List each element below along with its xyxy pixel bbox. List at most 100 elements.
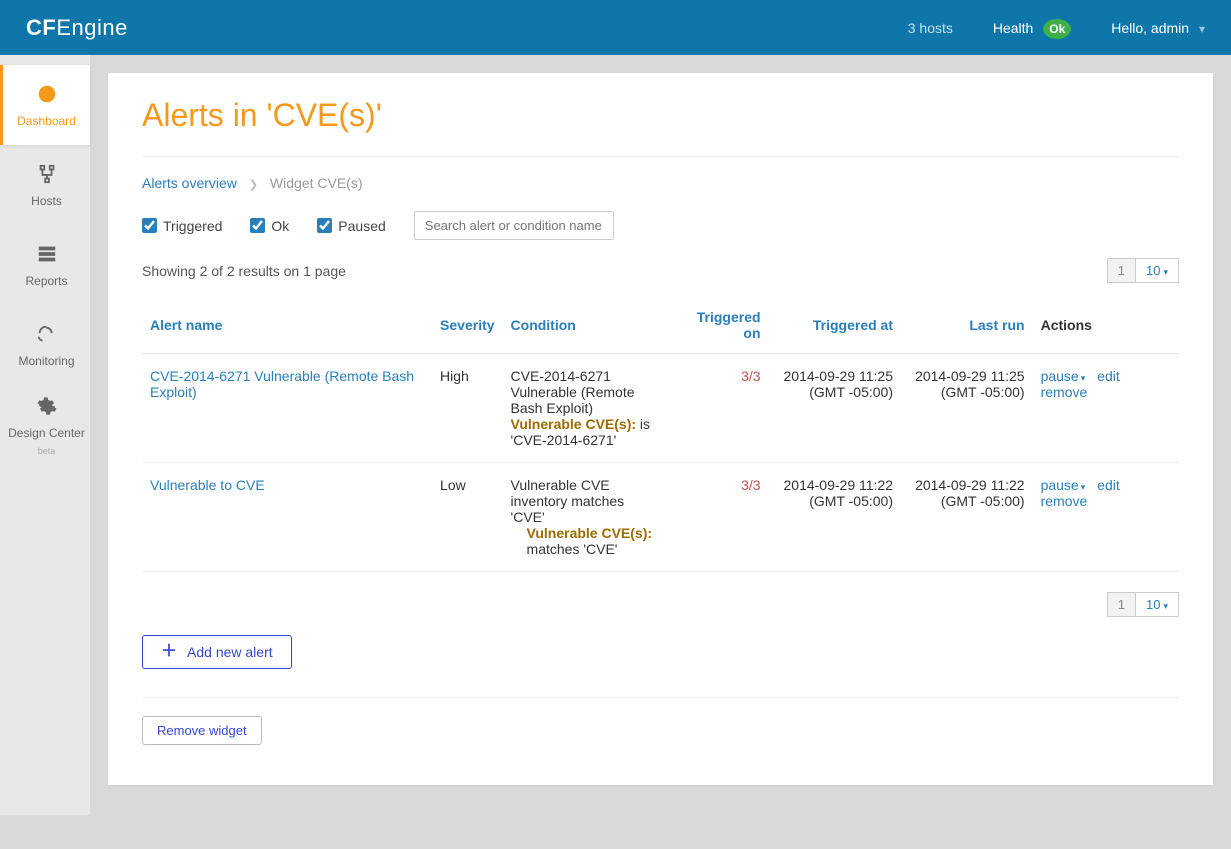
- filter-label: Triggered: [163, 218, 222, 234]
- col-triggered-at[interactable]: Triggered at: [769, 297, 901, 354]
- remove-action[interactable]: remove: [1041, 493, 1088, 509]
- monitoring-icon: [36, 323, 58, 348]
- alert-link[interactable]: Vulnerable to CVE: [150, 477, 265, 493]
- remove-widget-label: Remove widget: [157, 723, 247, 738]
- tz-line: (GMT -05:00): [777, 384, 893, 400]
- date-line: 2014-09-29 11:22: [909, 477, 1025, 493]
- search-input[interactable]: [414, 211, 614, 240]
- condition-cell: Vulnerable CVE inventory matches 'CVE' V…: [503, 463, 670, 572]
- pager-top: 1 10▾: [1107, 258, 1179, 283]
- filter-bar: Triggered Ok Paused: [142, 211, 1179, 240]
- greeting: Hello, admin: [1111, 20, 1189, 36]
- add-alert-label: Add new alert: [187, 644, 273, 660]
- tz-line: (GMT -05:00): [909, 384, 1025, 400]
- crumb-alerts-overview[interactable]: Alerts overview: [142, 175, 237, 191]
- edit-action[interactable]: edit: [1097, 477, 1120, 493]
- checkbox-ok[interactable]: [250, 218, 265, 233]
- health-pill: Ok: [1043, 19, 1071, 39]
- sidebar: Dashboard Hosts Reports Monitoring Desig…: [0, 55, 90, 815]
- design-center-icon: [36, 395, 58, 420]
- page-1[interactable]: 1: [1107, 592, 1136, 617]
- top-bar: CFEngine 3 hosts Health Ok Hello, admin …: [0, 0, 1231, 55]
- divider: [142, 156, 1179, 157]
- sidebar-label: Monitoring: [18, 354, 74, 368]
- main-panel: Alerts in 'CVE(s)' Alerts overview ❯ Wid…: [108, 73, 1213, 785]
- triggered-on-value: 3/3: [741, 477, 760, 493]
- remove-action[interactable]: remove: [1041, 384, 1088, 400]
- logo-rest: Engine: [56, 15, 128, 40]
- col-triggered-on[interactable]: Triggered on: [669, 297, 768, 354]
- condition-cell: CVE-2014-6271 Vulnerable (Remote Bash Ex…: [503, 354, 670, 463]
- date-line: 2014-09-29 11:25: [909, 368, 1025, 384]
- crumb-current: Widget CVE(s): [270, 175, 363, 191]
- last-run-cell: 2014-09-29 11:25 (GMT -05:00): [901, 354, 1033, 463]
- tz-line: (GMT -05:00): [909, 493, 1025, 509]
- col-severity[interactable]: Severity: [432, 297, 502, 354]
- filter-label: Paused: [338, 218, 385, 234]
- triggered-at-cell: 2014-09-29 11:25 (GMT -05:00): [769, 354, 901, 463]
- page-title: Alerts in 'CVE(s)': [142, 97, 1179, 134]
- dashboard-icon: [36, 83, 58, 108]
- sidebar-item-hosts[interactable]: Hosts: [0, 145, 90, 225]
- caret-down-icon: ▾: [1163, 267, 1168, 277]
- remove-widget-button[interactable]: Remove widget: [142, 716, 262, 745]
- sidebar-label: Design Center: [8, 426, 85, 440]
- health-status[interactable]: Health Ok: [993, 20, 1071, 36]
- hosts-icon: [36, 163, 58, 188]
- filter-ok[interactable]: Ok: [250, 218, 289, 234]
- sidebar-item-reports[interactable]: Reports: [0, 225, 90, 305]
- pause-action[interactable]: pause▾: [1041, 368, 1086, 384]
- divider: [142, 697, 1179, 698]
- chevron-right-icon: ❯: [249, 179, 258, 191]
- logo: CFEngine: [26, 15, 128, 41]
- condition-main: Vulnerable CVE inventory matches 'CVE': [511, 477, 662, 525]
- severity-cell: High: [432, 354, 502, 463]
- page-size-value: 10: [1146, 597, 1160, 612]
- page-size-select[interactable]: 10▾: [1136, 258, 1179, 283]
- plus-icon: ＋: [161, 644, 177, 660]
- page-size-select[interactable]: 10▾: [1136, 592, 1179, 617]
- pager-bottom: 1 10▾: [1107, 592, 1179, 617]
- condition-key: Vulnerable CVE(s):: [511, 416, 637, 432]
- chevron-down-icon: ▾: [1199, 22, 1205, 36]
- sidebar-item-monitoring[interactable]: Monitoring: [0, 305, 90, 385]
- date-line: 2014-09-29 11:25: [777, 368, 893, 384]
- actions-cell: pause▾ edit remove: [1033, 463, 1179, 572]
- col-last-run[interactable]: Last run: [901, 297, 1033, 354]
- col-condition[interactable]: Condition: [503, 297, 670, 354]
- severity-cell: Low: [432, 463, 502, 572]
- edit-action[interactable]: edit: [1097, 368, 1120, 384]
- triggered-on-value: 3/3: [741, 368, 760, 384]
- col-alert-name[interactable]: Alert name: [142, 297, 432, 354]
- caret-down-icon: ▾: [1081, 482, 1086, 492]
- caret-down-icon: ▾: [1163, 601, 1168, 611]
- breadcrumb: Alerts overview ❯ Widget CVE(s): [142, 175, 1179, 191]
- reports-icon: [36, 243, 58, 268]
- col-actions: Actions: [1033, 297, 1179, 354]
- caret-down-icon: ▾: [1081, 373, 1086, 383]
- logo-bold: CF: [26, 15, 56, 40]
- hosts-link[interactable]: 3 hosts: [908, 20, 953, 36]
- checkbox-paused[interactable]: [317, 218, 332, 233]
- triggered-at-cell: 2014-09-29 11:22 (GMT -05:00): [769, 463, 901, 572]
- user-menu[interactable]: Hello, admin ▾: [1111, 20, 1205, 36]
- checkbox-triggered[interactable]: [142, 218, 157, 233]
- sidebar-label: Hosts: [31, 194, 62, 208]
- page-1[interactable]: 1: [1107, 258, 1136, 283]
- add-alert-button[interactable]: ＋ Add new alert: [142, 635, 292, 669]
- result-count: Showing 2 of 2 results on 1 page: [142, 263, 346, 279]
- filter-paused[interactable]: Paused: [317, 218, 385, 234]
- table-row: CVE-2014-6271 Vulnerable (Remote Bash Ex…: [142, 354, 1179, 463]
- alert-link[interactable]: CVE-2014-6271 Vulnerable (Remote Bash Ex…: [150, 368, 414, 400]
- tz-line: (GMT -05:00): [777, 493, 893, 509]
- sidebar-item-design-center[interactable]: Design Center beta: [0, 385, 90, 465]
- health-label: Health: [993, 20, 1033, 36]
- condition-main: CVE-2014-6271 Vulnerable (Remote Bash Ex…: [511, 368, 662, 416]
- table-row: Vulnerable to CVE Low Vulnerable CVE inv…: [142, 463, 1179, 572]
- sidebar-item-dashboard[interactable]: Dashboard: [0, 65, 90, 145]
- filter-triggered[interactable]: Triggered: [142, 218, 222, 234]
- alerts-table: Alert name Severity Condition Triggered …: [142, 297, 1179, 572]
- condition-key: Vulnerable CVE(s):: [527, 525, 653, 541]
- page-size-value: 10: [1146, 263, 1160, 278]
- pause-action[interactable]: pause▾: [1041, 477, 1086, 493]
